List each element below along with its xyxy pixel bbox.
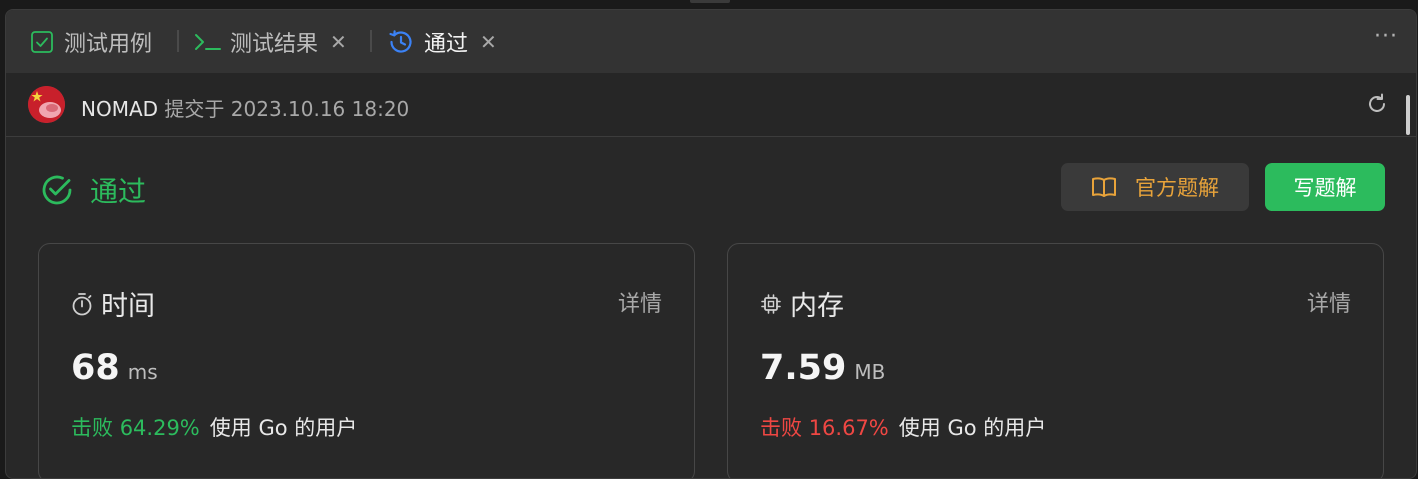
submitted-label: 提交于 — [164, 97, 225, 121]
tab-test-result[interactable]: 测试结果 ✕ — [194, 26, 347, 58]
chip-icon — [761, 293, 781, 314]
beats-percent: 64.29% — [119, 416, 200, 440]
refresh-icon[interactable] — [1366, 93, 1388, 115]
tab-label: 测试用例 — [64, 32, 153, 57]
official-solution-label: 官方题解 — [1135, 176, 1219, 200]
beats-label: 击败 — [760, 416, 802, 440]
runtime-detail-link[interactable]: 详情 — [618, 286, 662, 318]
runtime-metric: 68 ms — [71, 348, 158, 388]
username[interactable]: NOMAD — [81, 97, 158, 121]
write-solution-label: 写题解 — [1293, 176, 1357, 200]
memory-title: 内存 — [790, 291, 844, 322]
beats-percent: 16.67% — [808, 416, 889, 440]
submission-header: NOMAD 提交于 2023.10.16 18:20 — [6, 73, 1416, 137]
close-icon[interactable]: ✕ — [480, 32, 497, 52]
avatar[interactable] — [28, 86, 65, 123]
scrollbar[interactable] — [1406, 95, 1410, 135]
result-status: 通过 — [40, 170, 146, 210]
tab-label: 测试结果 — [230, 32, 319, 57]
memory-header: 内存 — [760, 284, 844, 323]
tab-testcase[interactable]: 测试用例 — [30, 26, 152, 58]
beats-users-text: 使用 Go 的用户 — [898, 416, 1047, 440]
check-square-icon — [31, 31, 53, 53]
more-options-icon[interactable]: ··· — [1374, 24, 1398, 49]
tab-divider — [177, 30, 179, 52]
memory-beats: 击败 16.67% 使用 Go 的用户 — [760, 412, 1046, 442]
beats-users-text: 使用 Go 的用户 — [209, 416, 358, 440]
submission-info: NOMAD 提交于 2023.10.16 18:20 — [81, 93, 409, 122]
runtime-beats: 击败 64.29% 使用 Go 的用户 — [71, 412, 357, 442]
check-circle-icon — [42, 175, 72, 205]
tab-divider — [370, 30, 372, 52]
memory-metric: 7.59 MB — [760, 348, 885, 388]
memory-unit: MB — [854, 360, 886, 384]
runtime-value: 68 — [71, 348, 120, 388]
stopwatch-icon — [72, 292, 92, 315]
write-solution-button[interactable]: 写题解 — [1265, 163, 1385, 211]
memory-value: 7.59 — [760, 348, 847, 388]
official-solution-button[interactable]: 官方题解 — [1061, 163, 1249, 211]
panel-resize-handle[interactable] — [690, 0, 730, 3]
memory-card[interactable]: 内存 详情 7.59 MB 击败 16.67% 使用 Go 的用户 — [727, 243, 1384, 478]
runtime-title: 时间 — [101, 291, 155, 322]
terminal-icon — [195, 34, 221, 50]
tab-bar: 测试用例 测试结果 ✕ 通过 ✕ ··· — [6, 10, 1416, 73]
submission-timestamp: 2023.10.16 18:20 — [230, 97, 410, 121]
clock-history-icon — [389, 30, 412, 53]
book-icon — [1092, 177, 1116, 197]
runtime-header: 时间 — [71, 284, 155, 323]
tab-accepted[interactable]: 通过 ✕ — [387, 26, 497, 58]
tab-label: 通过 — [424, 32, 469, 57]
memory-detail-link[interactable]: 详情 — [1307, 286, 1351, 318]
submission-panel: 测试用例 测试结果 ✕ 通过 ✕ ··· NOMAD 提交于 2023.10.1… — [5, 9, 1417, 479]
runtime-unit: ms — [127, 360, 158, 384]
status-text: 通过 — [90, 175, 147, 208]
runtime-card[interactable]: 时间 详情 68 ms 击败 64.29% 使用 Go 的用户 — [38, 243, 695, 478]
beats-label: 击败 — [71, 416, 113, 440]
close-icon[interactable]: ✕ — [330, 32, 347, 52]
